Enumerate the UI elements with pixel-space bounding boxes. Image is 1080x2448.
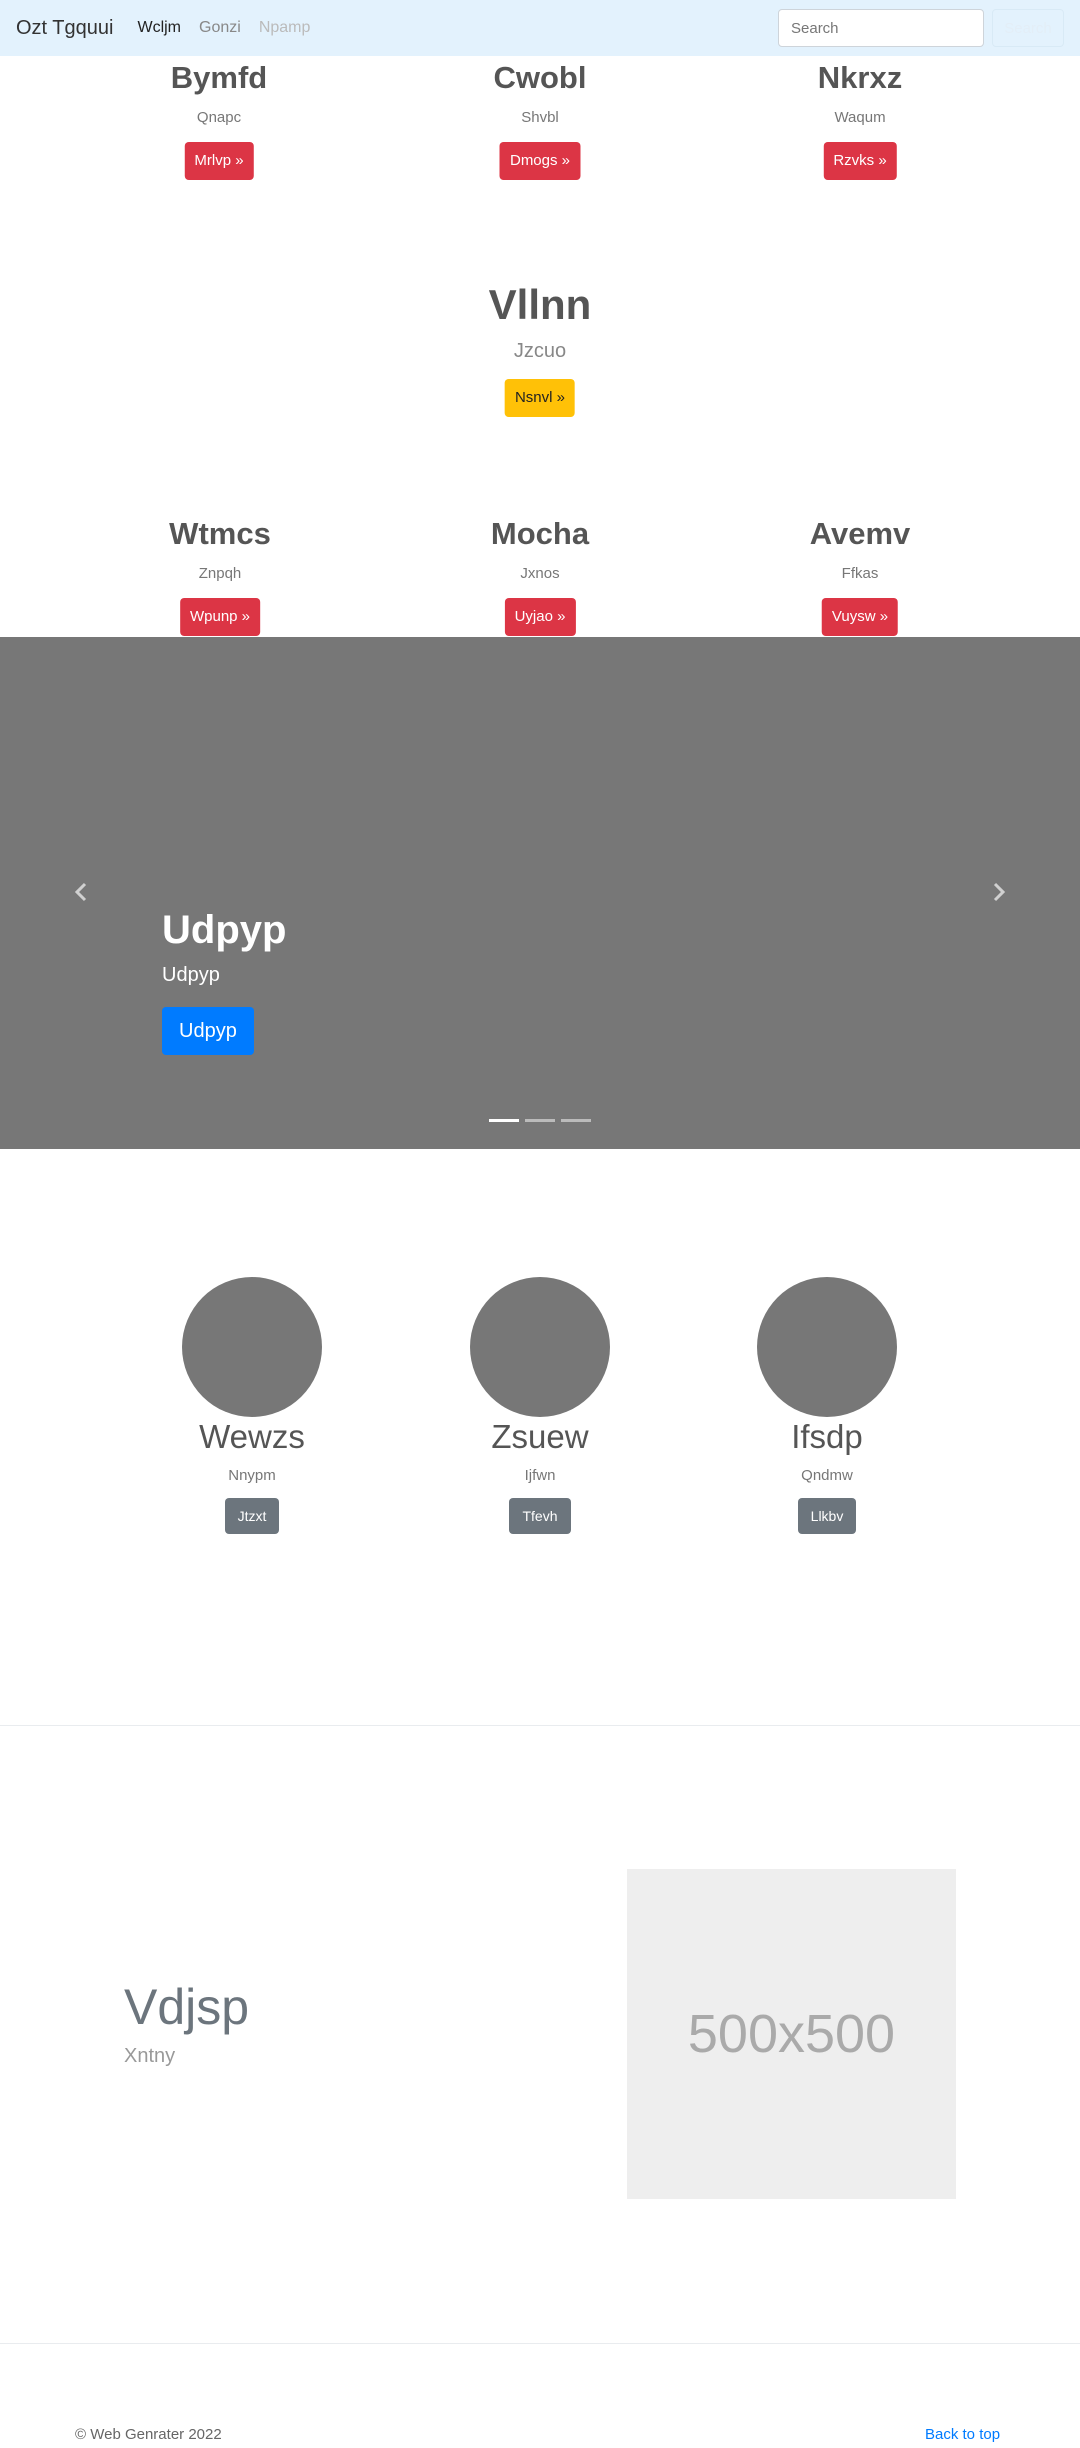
- feature-text: Znpqh: [198, 565, 242, 582]
- feature-mid-text: Jzcuo: [513, 340, 567, 362]
- featurette-lead: Xntny: [124, 2045, 176, 2067]
- feature-button-dmogs[interactable]: Dmogs »: [499, 142, 581, 180]
- feature-title: Avemv: [809, 516, 911, 551]
- circle-button-tfevh[interactable]: Tfevh: [509, 1498, 571, 1535]
- nav-link-npamp: Npamp: [258, 19, 311, 36]
- circle-title: Zsuew: [491, 1418, 589, 1455]
- circle-text: Ijfwn: [524, 1467, 556, 1485]
- section-divider: [0, 1725, 1080, 1726]
- featurette-heading: Vdjsp: [124, 1979, 250, 2035]
- nav-link-gonzi[interactable]: Gonzi: [199, 19, 241, 37]
- feature-button-uyjao[interactable]: Uyjao »: [504, 598, 576, 636]
- carousel-button[interactable]: Udpyp: [162, 1007, 254, 1055]
- search-input[interactable]: [778, 9, 984, 47]
- carousel-indicators: [489, 1119, 597, 1122]
- feature-button-rzvks[interactable]: Rzvks »: [823, 142, 897, 180]
- circle-column-1: Wewzs Nnypm Jtzxt: [182, 1277, 322, 1535]
- footer-divider: [0, 2343, 1080, 2344]
- feature-top-2: Cwobl Shvbl Dmogs »: [494, 62, 587, 180]
- feature-button-vuysw[interactable]: Vuysw »: [821, 598, 899, 636]
- feature-text: Jxnos: [520, 565, 560, 582]
- circle-title: Ifsdp: [791, 1418, 863, 1455]
- placeholder-image: 500x500: [627, 1869, 956, 2199]
- feature-text: Ffkas: [841, 565, 879, 582]
- circle-button-jtzxt[interactable]: Jtzxt: [224, 1498, 280, 1535]
- feature-title: Bymfd: [170, 60, 268, 95]
- carousel-indicator-1[interactable]: [489, 1119, 519, 1122]
- feature-text: Qnapc: [196, 109, 242, 126]
- circle-column-2: Zsuew Ijfwn Tfevh: [470, 1277, 610, 1535]
- carousel: Udpyp Udpyp Udpyp: [0, 637, 1080, 1149]
- carousel-text: Udpyp: [162, 964, 220, 986]
- circle-image: [757, 1277, 897, 1417]
- carousel-indicator-3[interactable]: [561, 1119, 591, 1122]
- footer-copyright: © Web Genrater 2022: [75, 2426, 222, 2443]
- circle-image: [470, 1277, 610, 1417]
- carousel-heading: Udpyp: [162, 908, 287, 952]
- feature-mid: Vllnn Jzcuo Nsnvl »: [488, 281, 592, 417]
- placeholder-label: 500x500: [687, 2004, 896, 2064]
- feature-button-mrlvp[interactable]: Mrlvp »: [184, 142, 254, 180]
- circle-button-llkbv[interactable]: Llkbv: [797, 1498, 857, 1535]
- carousel-indicator-2[interactable]: [525, 1119, 555, 1122]
- circle-text: Qndmw: [801, 1467, 853, 1485]
- chevron-left-icon[interactable]: [66, 877, 96, 907]
- feature-bottom-1: Wtmcs Znpqh Wpunp »: [169, 518, 271, 636]
- circle-image: [182, 1277, 322, 1417]
- carousel-caption: Udpyp Udpyp Udpyp: [162, 910, 286, 1055]
- navbar-brand[interactable]: Ozt Tgquui: [16, 17, 113, 40]
- back-to-top-link[interactable]: Back to top: [925, 2426, 1000, 2443]
- navbar: Ozt Tgquui Wcljm Gonzi Npamp Search: [0, 0, 1080, 56]
- circle-text: Nnypm: [228, 1467, 276, 1485]
- feature-top-1: Bymfd Qnapc Mrlvp »: [171, 62, 267, 180]
- feature-mid-title: Vllnn: [488, 281, 592, 328]
- feature-title: Nkrxz: [817, 60, 903, 95]
- chevron-right-icon[interactable]: [984, 877, 1014, 907]
- feature-button-wpunp[interactable]: Wpunp »: [179, 598, 261, 636]
- circle-column-3: Ifsdp Qndmw Llkbv: [757, 1277, 897, 1535]
- nav-link-wcljm[interactable]: Wcljm: [137, 19, 181, 37]
- feature-text: Waqum: [834, 109, 886, 126]
- search-button[interactable]: Search: [992, 9, 1064, 47]
- circle-title: Wewzs: [199, 1418, 305, 1455]
- feature-text: Shvbl: [521, 109, 559, 126]
- feature-bottom-2: Mocha Jxnos Uyjao »: [491, 518, 589, 636]
- search-form: Search: [778, 9, 1064, 47]
- feature-top-3: Nkrxz Waqum Rzvks »: [818, 62, 902, 180]
- feature-title: Wtmcs: [169, 516, 271, 551]
- feature-title: Mocha: [490, 516, 590, 551]
- feature-bottom-3: Avemv Ffkas Vuysw »: [809, 516, 911, 636]
- feature-title: Cwobl: [493, 60, 587, 95]
- feature-button-nsnvl[interactable]: Nsnvl »: [504, 379, 576, 417]
